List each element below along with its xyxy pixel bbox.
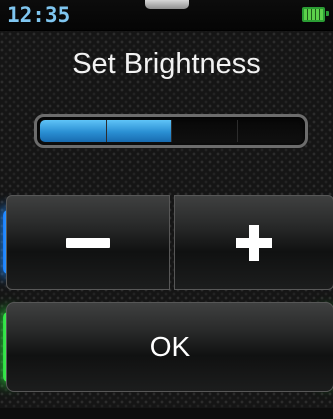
top-tab-indicator	[145, 0, 189, 9]
battery-tip	[326, 11, 329, 16]
decrease-brightness-button[interactable]	[6, 195, 170, 290]
status-bar: 12:35	[0, 0, 333, 31]
brightness-segment-divider	[171, 120, 172, 142]
page-title: Set Brightness	[72, 48, 261, 80]
device-screen: 12:35 Set Brightness OK	[0, 0, 333, 419]
minus-icon	[66, 237, 110, 248]
bottom-strip	[0, 408, 333, 419]
ok-button[interactable]: OK	[6, 302, 333, 392]
brightness-segment-divider	[106, 120, 107, 142]
plus-icon	[236, 224, 272, 261]
brightness-level-bar[interactable]	[34, 114, 308, 148]
increase-brightness-button[interactable]	[174, 195, 333, 290]
battery-icon	[302, 7, 325, 22]
brightness-segment-divider	[237, 120, 238, 142]
clock: 12:35	[7, 3, 71, 27]
ok-button-label: OK	[149, 331, 191, 362]
